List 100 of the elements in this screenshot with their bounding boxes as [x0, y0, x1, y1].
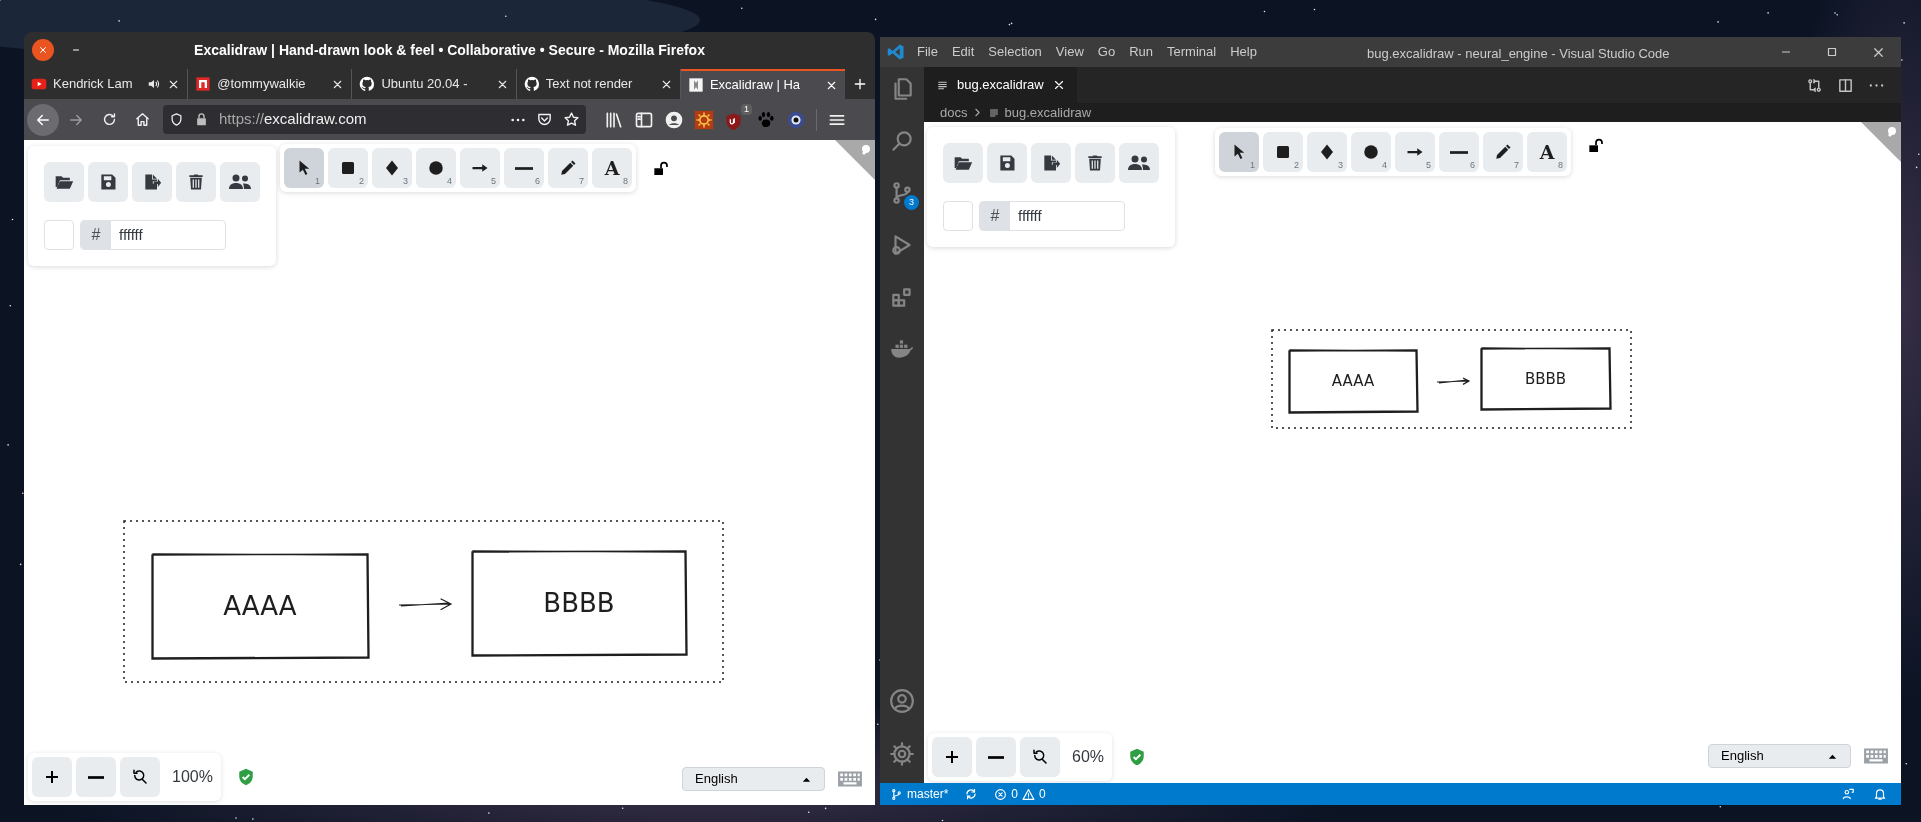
- open-button[interactable]: [943, 143, 983, 183]
- shape-label: BBBB: [1524, 369, 1567, 388]
- sun-icon[interactable]: [694, 109, 714, 130]
- plus-icon: [44, 769, 60, 785]
- warning-count[interactable]: 0: [1039, 785, 1046, 803]
- square-outline-icon: [1825, 45, 1839, 59]
- feedback-icon[interactable]: [1841, 787, 1855, 801]
- editor-tab[interactable]: bug.excalidraw: [924, 67, 1077, 103]
- breadcrumb-item[interactable]: docs: [940, 102, 968, 123]
- collaborate-button[interactable]: [220, 162, 260, 202]
- collaborate-button[interactable]: [1119, 143, 1159, 183]
- warning-icon[interactable]: [1022, 787, 1036, 801]
- zoom-in-button[interactable]: [932, 737, 972, 777]
- unlocked-padlock-icon[interactable]: [1588, 138, 1604, 154]
- magnifier-reset-icon: [1031, 748, 1049, 766]
- speaker-icon: [147, 77, 162, 91]
- color-input[interactable]: # ffffff: [979, 201, 1125, 231]
- zoom-out-button[interactable]: [976, 737, 1016, 777]
- tool-button[interactable]: A 8: [1527, 132, 1567, 172]
- save-button[interactable]: [88, 162, 128, 202]
- menu-item[interactable]: Help: [1223, 42, 1264, 62]
- split-editor-icon[interactable]: [1837, 76, 1854, 94]
- menu-item[interactable]: View: [1048, 42, 1091, 62]
- language-select[interactable]: English: [682, 767, 825, 791]
- error-icon[interactable]: [994, 787, 1008, 801]
- open-button[interactable]: [44, 162, 84, 202]
- tool-button[interactable]: A 8: [592, 148, 632, 188]
- unlocked-padlock-icon[interactable]: [653, 161, 669, 177]
- tool-button[interactable]: 5: [1395, 132, 1435, 172]
- zoom-in-button[interactable]: [32, 757, 72, 797]
- export-button[interactable]: [132, 162, 172, 202]
- pencil-icon: [1494, 143, 1512, 161]
- canvas[interactable]: AAAA BBBB # ffffff 1 2 3 4 5 6 7 A 8 60% English: [924, 122, 1901, 783]
- menu-item[interactable]: Run: [1122, 42, 1160, 62]
- search-icon[interactable]: [889, 128, 915, 154]
- color-input[interactable]: # ffffff: [80, 220, 226, 250]
- color-swatch[interactable]: [943, 201, 973, 231]
- tool-button[interactable]: 4: [1351, 132, 1391, 172]
- shield-icon: [169, 112, 184, 127]
- branch-icon[interactable]: [890, 787, 903, 801]
- window-title: Excalidraw | Hand-drawn look & feel • Collaborative • Secure - Mozilla Firefox: [194, 41, 705, 60]
- export-button[interactable]: [1031, 143, 1071, 183]
- branch-name[interactable]: master*: [907, 785, 949, 803]
- compare-icon[interactable]: [1806, 76, 1823, 94]
- cat-icon: [359, 76, 376, 92]
- circle-icon: [427, 159, 445, 177]
- close-window-button[interactable]: [32, 39, 54, 61]
- menu-item[interactable]: Terminal: [1160, 42, 1224, 62]
- star-icon[interactable]: [563, 111, 580, 128]
- menu-item[interactable]: Edit: [944, 42, 982, 62]
- padlock-icon: [194, 112, 209, 127]
- shape-label: AAAA: [223, 591, 297, 621]
- bell-icon[interactable]: [1873, 787, 1887, 801]
- tab-title: @tommywalkie: [217, 75, 307, 94]
- canvas[interactable]: AAAA BBBB # ffffff 1 2 3 4 5 6 7 A 8 100% English: [24, 140, 875, 805]
- reset-zoom-button[interactable]: [120, 757, 160, 797]
- home-icon: [133, 111, 151, 128]
- account-icon[interactable]: [889, 688, 915, 714]
- tool-button[interactable]: 6: [1439, 132, 1479, 172]
- breadcrumb-item[interactable]: bug.excalidraw: [1004, 102, 1092, 123]
- extension-badge: 1: [741, 103, 752, 115]
- tool-button[interactable]: 3: [1307, 132, 1347, 172]
- menu-item[interactable]: Selection: [981, 42, 1049, 62]
- color-swatch[interactable]: [44, 220, 74, 250]
- shield-extension-icon[interactable]: [724, 111, 743, 131]
- tool-button[interactable]: 3: [372, 148, 412, 188]
- sync-icon[interactable]: [964, 787, 979, 801]
- tab-title: Text not render: [545, 75, 634, 94]
- save-button[interactable]: [987, 143, 1027, 183]
- trash-icon: [186, 172, 206, 192]
- shield-check-icon: [1128, 748, 1147, 766]
- tool-button[interactable]: 7: [548, 148, 588, 188]
- diamond-icon: [1318, 143, 1336, 161]
- play-icon: [31, 76, 47, 92]
- menu-item[interactable]: Go: [1090, 42, 1123, 62]
- ribbon-logo-icon: [887, 43, 905, 61]
- circle-icon: [1362, 143, 1380, 161]
- address-bar[interactable]: https://excalidraw.com: [163, 105, 586, 134]
- back-button[interactable]: [27, 103, 59, 136]
- browser-tab[interactable]: Excalidraw | Ha: [680, 69, 846, 99]
- gear-icon[interactable]: [889, 741, 915, 767]
- square-icon: [339, 159, 357, 177]
- diamond-icon: [383, 159, 401, 177]
- square-logo-icon: [195, 76, 212, 92]
- zoom-out-button[interactable]: [76, 757, 116, 797]
- pocket-icon[interactable]: [536, 111, 553, 128]
- tool-button[interactable]: 6: [504, 148, 544, 188]
- menu-item[interactable]: File: [910, 42, 945, 62]
- tool-button[interactable]: 7: [1483, 132, 1523, 172]
- clear-button[interactable]: [1075, 143, 1115, 183]
- language-select[interactable]: English: [1708, 744, 1851, 768]
- eye-orb-icon[interactable]: [786, 109, 806, 130]
- tool-button[interactable]: 2: [1263, 132, 1303, 172]
- clear-button[interactable]: [176, 162, 216, 202]
- tool-button[interactable]: 5: [460, 148, 500, 188]
- tool-button[interactable]: 2: [328, 148, 368, 188]
- account-icon[interactable]: [664, 109, 684, 130]
- reset-zoom-button[interactable]: [1020, 737, 1060, 777]
- error-count[interactable]: 0: [1011, 785, 1019, 803]
- tool-button[interactable]: 4: [416, 148, 456, 188]
